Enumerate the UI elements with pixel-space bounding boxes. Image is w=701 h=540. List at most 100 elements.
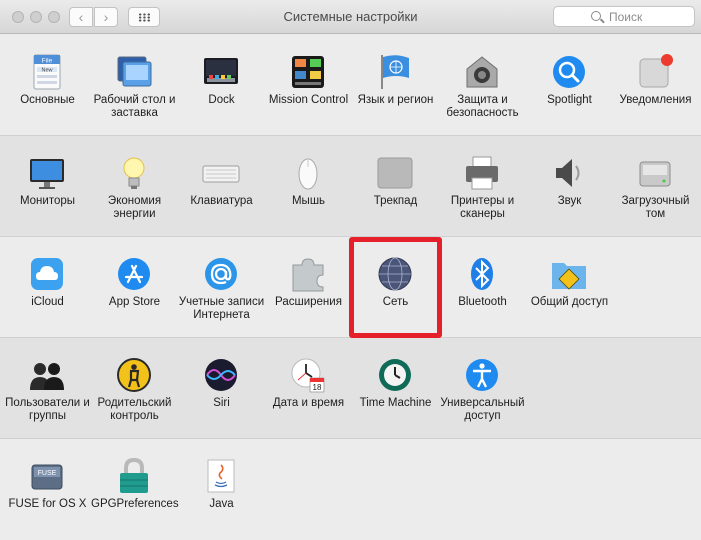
- svg-text:New: New: [41, 68, 52, 74]
- network-highlight-frame: [349, 237, 442, 338]
- title-bar: ‹ › Системные настройки: [0, 0, 701, 34]
- pane-label: Трекпад: [373, 195, 418, 207]
- siri-icon: [205, 359, 237, 391]
- printer-icon: [466, 156, 498, 190]
- pane-label: Родительский контроль: [97, 397, 172, 422]
- pane-label: Язык и регион: [357, 94, 434, 106]
- pane-gpg-preferences[interactable]: GPGPreferences: [91, 451, 179, 535]
- pane-parental-controls[interactable]: Родительский контроль: [91, 350, 178, 434]
- fuse-icon: FUSE: [31, 464, 63, 490]
- pane-label: Пользователи и группы: [5, 397, 90, 422]
- security-icon: [466, 56, 498, 88]
- displays-icon: [30, 159, 64, 189]
- pane-mission-control[interactable]: Mission Control: [265, 47, 352, 131]
- pane-notifications[interactable]: Уведомления: [612, 47, 699, 131]
- pane-label: Клавиатура: [190, 195, 253, 207]
- pane-language-region[interactable]: Язык и регион: [352, 47, 439, 131]
- energy-saver-icon: [123, 157, 145, 189]
- search-field[interactable]: [553, 6, 695, 27]
- pane-sound[interactable]: Звук: [526, 148, 613, 232]
- pane-time-machine[interactable]: Time Machine: [352, 350, 439, 434]
- pane-label: FUSE for OS X: [8, 498, 87, 510]
- pane-label: Общий доступ: [530, 296, 609, 308]
- pane-label: Мышь: [291, 195, 326, 207]
- pane-label: Дата и время: [272, 397, 345, 409]
- notifications-icon: [639, 54, 673, 88]
- pane-label: Mission Control: [268, 94, 349, 106]
- pane-label: Dock: [208, 94, 235, 106]
- pane-label: Siri: [213, 397, 230, 409]
- gpg-lock-icon: [120, 457, 148, 493]
- extensions-icon: [292, 258, 324, 292]
- pane-app-store[interactable]: App Store: [91, 249, 178, 333]
- pane-desktop-screensaver[interactable]: Рабочий стол и заставка: [91, 47, 178, 131]
- bluetooth-icon: [471, 258, 493, 290]
- mission-control-icon: [292, 56, 324, 88]
- pane-label: Защита и безопасность: [446, 94, 519, 119]
- svg-text:File: File: [42, 58, 53, 65]
- pane-extensions[interactable]: Расширения: [265, 249, 352, 333]
- pane-keyboard[interactable]: Клавиатура: [178, 148, 265, 232]
- pane-label: Spotlight: [547, 94, 592, 106]
- pane-date-time[interactable]: 18 Дата и время: [265, 350, 352, 434]
- date-time-icon: 18: [291, 358, 325, 393]
- pane-spotlight[interactable]: Spotlight: [526, 47, 613, 131]
- pane-label: Bluetooth: [458, 296, 507, 308]
- pane-label: Основные: [20, 94, 75, 106]
- time-machine-icon: [379, 359, 411, 391]
- startup-disk-icon: [639, 161, 671, 187]
- pane-label: Java: [209, 498, 234, 510]
- pane-internet-accounts[interactable]: Учетные записи Интернета: [178, 249, 265, 333]
- preferences-row-5: FUSE FUSE for OS X GPGPreferences Java: [0, 439, 701, 540]
- mouse-icon: [298, 158, 318, 190]
- pane-users-groups[interactable]: Пользователи и группы: [4, 350, 91, 434]
- pane-dock[interactable]: Dock: [178, 47, 265, 131]
- preferences-row-2: Мониторы Экономия энергии Клавиатура Мыш…: [0, 136, 701, 237]
- pane-mouse[interactable]: Мышь: [265, 148, 352, 232]
- sharing-icon: [552, 263, 586, 290]
- pane-energy-saver[interactable]: Экономия энергии: [91, 148, 178, 232]
- accessibility-icon: [466, 359, 498, 391]
- pane-label: Принтеры и сканеры: [450, 195, 515, 220]
- language-region-icon: [381, 55, 409, 89]
- desktop-screensaver-icon: [117, 56, 152, 87]
- pane-label: App Store: [108, 296, 161, 308]
- java-icon: [207, 459, 235, 493]
- pane-label: Рабочий стол и заставка: [93, 94, 176, 119]
- pane-label: GPGPreferences: [91, 498, 179, 510]
- pane-label: Расширения: [275, 296, 342, 308]
- preferences-row-1: File New Основные Рабочий стол и заставк…: [0, 35, 701, 136]
- preferences-row-4: Пользователи и группы Родительский контр…: [0, 338, 701, 439]
- spotlight-icon: [553, 56, 585, 88]
- icloud-icon: [31, 258, 63, 290]
- pane-siri[interactable]: Siri: [178, 350, 265, 434]
- pane-accessibility[interactable]: Универсальный доступ: [439, 350, 526, 434]
- pane-label: Time Machine: [359, 397, 432, 409]
- pane-label: iCloud: [31, 296, 64, 308]
- sound-icon: [556, 159, 580, 187]
- pane-sharing[interactable]: Общий доступ: [526, 249, 613, 333]
- pane-label: Уведомления: [619, 94, 692, 106]
- parental-controls-icon: [117, 358, 151, 392]
- pane-printers-scanners[interactable]: Принтеры и сканеры: [439, 148, 526, 232]
- trackpad-icon: [377, 157, 413, 189]
- pane-java[interactable]: Java: [178, 451, 265, 535]
- keyboard-icon: [202, 165, 240, 183]
- search-input[interactable]: [609, 9, 689, 24]
- pane-fuse[interactable]: FUSE FUSE for OS X: [4, 451, 91, 535]
- app-store-icon: [118, 258, 150, 290]
- svg-text:18: 18: [313, 383, 322, 392]
- dock-icon: [204, 58, 238, 84]
- pane-general[interactable]: File New Основные: [4, 47, 91, 131]
- pane-startup-disk[interactable]: Загрузочный том: [612, 148, 699, 232]
- internet-accounts-icon: [205, 258, 237, 290]
- pane-security[interactable]: Защита и безопасность: [439, 47, 526, 131]
- pane-displays[interactable]: Мониторы: [4, 148, 91, 232]
- pane-bluetooth[interactable]: Bluetooth: [439, 249, 526, 333]
- pane-label: Звук: [557, 195, 582, 207]
- pane-label: Загрузочный том: [621, 195, 690, 220]
- pane-label: Универсальный доступ: [440, 397, 525, 422]
- pane-icloud[interactable]: iCloud: [4, 249, 91, 333]
- pane-trackpad[interactable]: Трекпад: [352, 148, 439, 232]
- pane-label: Учетные записи Интернета: [178, 296, 265, 321]
